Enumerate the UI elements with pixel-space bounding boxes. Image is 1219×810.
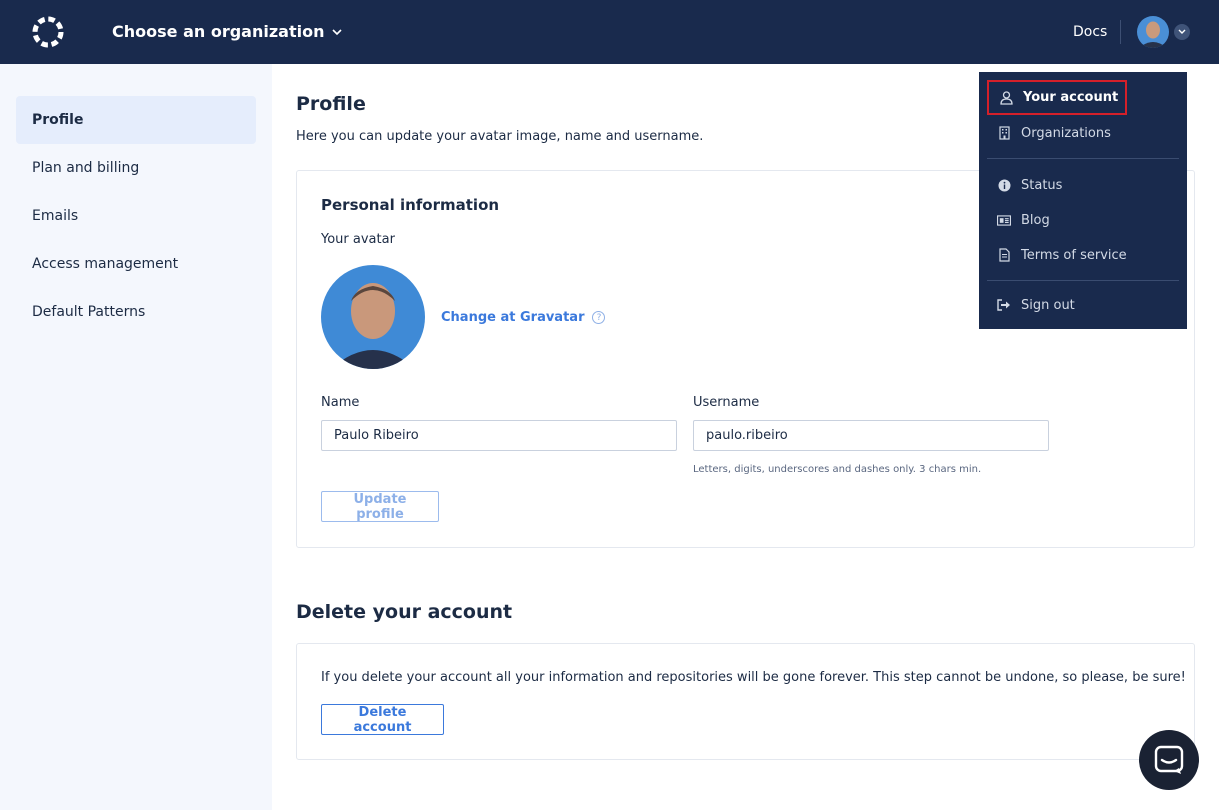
sidebar-item-default-patterns[interactable]: Default Patterns bbox=[16, 288, 256, 336]
menu-divider bbox=[987, 280, 1179, 281]
newspaper-icon bbox=[997, 213, 1011, 227]
username-hint: Letters, digits, underscores and dashes … bbox=[693, 464, 982, 475]
docs-link[interactable]: Docs bbox=[1073, 24, 1107, 40]
delete-account-card bbox=[296, 643, 1195, 760]
menu-item-terms-of-service[interactable]: Terms of service bbox=[987, 239, 1179, 271]
chat-icon bbox=[1154, 745, 1184, 774]
delete-account-warning: If you delete your account all your info… bbox=[321, 670, 1186, 685]
menu-item-status[interactable]: Status bbox=[987, 169, 1179, 201]
delete-account-button[interactable]: Delete account bbox=[321, 704, 444, 735]
menu-item-label: Your account bbox=[1023, 90, 1119, 105]
menu-item-label: Terms of service bbox=[1021, 247, 1127, 263]
chat-launcher-button[interactable] bbox=[1139, 730, 1199, 790]
settings-sidebar: Profile Plan and billing Emails Access m… bbox=[0, 64, 272, 810]
help-icon[interactable]: ? bbox=[592, 311, 606, 324]
username-label: Username bbox=[693, 395, 760, 410]
change-at-gravatar-link[interactable]: Change at Gravatar ? bbox=[441, 310, 606, 325]
change-at-gravatar-label: Change at Gravatar bbox=[441, 310, 585, 325]
menu-item-sign-out[interactable]: Sign out bbox=[987, 289, 1179, 321]
chevron-down-icon bbox=[1178, 29, 1186, 34]
username-input[interactable] bbox=[693, 420, 1049, 451]
chevron-down-icon bbox=[332, 29, 343, 36]
user-avatar[interactable] bbox=[1137, 16, 1169, 48]
menu-divider bbox=[987, 158, 1179, 159]
menu-item-label: Sign out bbox=[1021, 297, 1075, 313]
user-account-menu: Your account Organizations Status Blog T… bbox=[979, 72, 1187, 329]
user-icon bbox=[999, 90, 1013, 105]
info-icon bbox=[997, 178, 1011, 192]
top-navigation-bar: Choose an organization Docs bbox=[0, 0, 1219, 64]
organization-selector-label: Choose an organization bbox=[112, 22, 325, 41]
menu-item-label: Organizations bbox=[1021, 125, 1111, 141]
menu-item-your-account[interactable]: Your account bbox=[987, 80, 1127, 115]
page-title: Profile bbox=[296, 93, 366, 115]
account-menu-toggle[interactable] bbox=[1174, 24, 1190, 40]
page-subtitle: Here you can update your avatar image, n… bbox=[296, 129, 704, 144]
sidebar-item-access-management[interactable]: Access management bbox=[16, 240, 256, 288]
menu-item-blog[interactable]: Blog bbox=[987, 204, 1179, 236]
sidebar-item-emails[interactable]: Emails bbox=[16, 192, 256, 240]
personal-information-title: Personal information bbox=[321, 196, 500, 214]
menu-item-label: Status bbox=[1021, 177, 1063, 193]
avatar-label: Your avatar bbox=[321, 232, 395, 247]
update-profile-button[interactable]: Update profile bbox=[321, 491, 439, 522]
menu-item-organizations[interactable]: Organizations bbox=[987, 117, 1179, 149]
logo-icon[interactable] bbox=[31, 15, 65, 49]
menu-item-label: Blog bbox=[1021, 212, 1050, 228]
building-icon bbox=[997, 126, 1011, 140]
sign-out-icon bbox=[997, 298, 1011, 312]
organization-selector[interactable]: Choose an organization bbox=[112, 22, 343, 41]
document-icon bbox=[997, 248, 1011, 262]
name-label: Name bbox=[321, 395, 360, 410]
profile-avatar-image bbox=[321, 265, 425, 369]
name-input[interactable] bbox=[321, 420, 677, 451]
header-divider bbox=[1120, 20, 1121, 44]
sidebar-item-profile[interactable]: Profile bbox=[16, 96, 256, 144]
delete-account-title: Delete your account bbox=[296, 601, 513, 623]
sidebar-item-plan-and-billing[interactable]: Plan and billing bbox=[16, 144, 256, 192]
